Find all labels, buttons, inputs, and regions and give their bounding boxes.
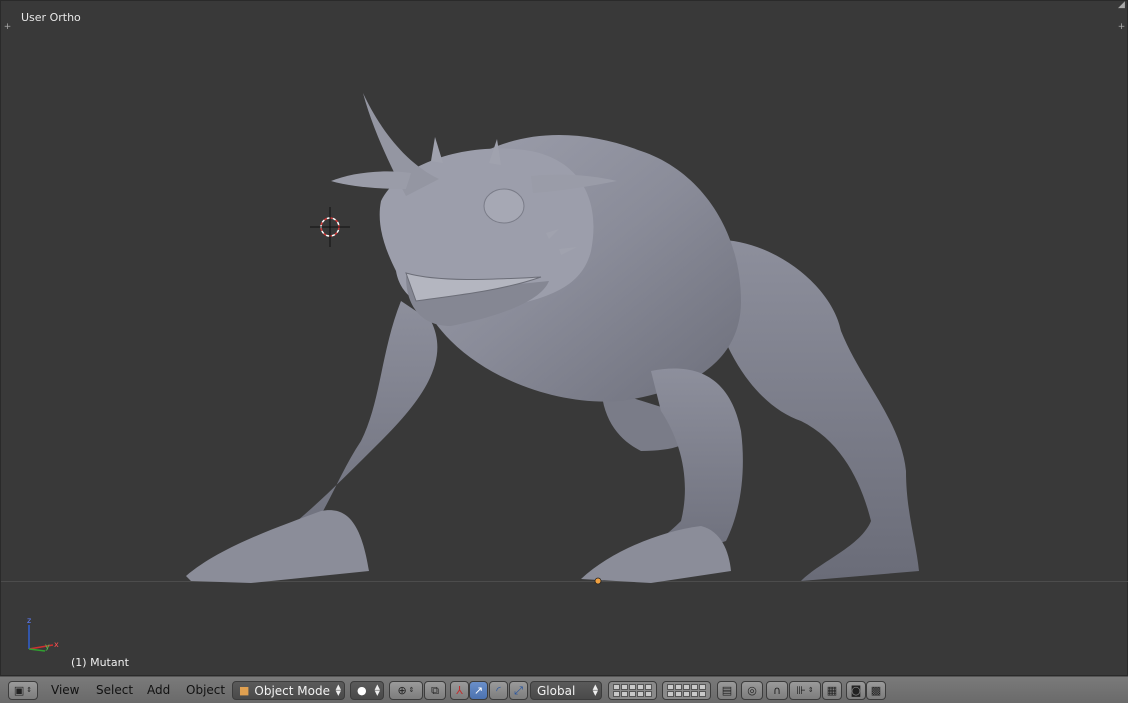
snap-toggle[interactable]: ∩: [766, 681, 788, 700]
render-still-button[interactable]: ◙: [846, 681, 866, 700]
menu-select[interactable]: Select: [96, 683, 133, 697]
axis-x-label: x: [54, 640, 59, 649]
mutant-mesh-render[interactable]: [1, 1, 1128, 677]
3d-viewport[interactable]: User Ortho + + ◢ z x y (1) Mutant: [0, 0, 1128, 676]
render-preview-button[interactable]: ▦: [822, 681, 842, 700]
side-horn: [331, 171, 411, 189]
render-animation-icon: ▩: [870, 684, 882, 697]
render-icon: ◙: [850, 684, 862, 697]
solid-sphere-icon: ●: [357, 684, 367, 697]
axis-gizmo: z x y: [27, 616, 59, 652]
viewport-shading-dropdown[interactable]: ● ▲ ▼: [350, 681, 384, 700]
rotate-manipulator-button[interactable]: ◜: [489, 681, 508, 700]
right-hand: [581, 526, 731, 583]
chevron-updown-icon: ⇕: [408, 686, 415, 694]
pivot-point-icon: ⊕: [397, 684, 407, 697]
layer-group-1[interactable]: [608, 681, 657, 700]
mode-dropdown[interactable]: ■ Object Mode ▲ ▼: [232, 681, 345, 700]
transform-origins-icon: ⧉: [431, 684, 439, 697]
3d-view-icon: ▣: [13, 684, 25, 697]
snap-element-icon: ⊪: [796, 684, 806, 697]
chevron-updown-icon: ⇕: [807, 686, 814, 694]
object-origin-icon: [594, 577, 602, 585]
snap-icon: ∩: [772, 684, 782, 697]
rotate-icon: ◜: [496, 684, 501, 697]
scale-icon: ⤢: [514, 684, 523, 697]
transform-toggle-icon: ⅄: [456, 684, 463, 697]
left-hand: [186, 510, 369, 583]
manipulator-toggle[interactable]: ⅄: [450, 681, 469, 700]
axis-y-label: y: [45, 642, 50, 651]
orientation-label: Global: [537, 683, 576, 698]
chevron-updown-icon: ▲ ▼: [335, 683, 341, 697]
chevron-updown-icon: ⇕: [26, 686, 33, 694]
layer-lock-button[interactable]: ▤: [717, 681, 737, 700]
layers-grid-icon: [667, 684, 706, 697]
layers-grid-icon: [613, 684, 652, 697]
axis-z-label: z: [27, 616, 31, 625]
eye: [483, 188, 525, 224]
3d-view-header: ▣ ⇕ View Select Add Object ■ Object Mode…: [0, 676, 1128, 703]
render-preview-icon: ▦: [826, 684, 838, 697]
translate-manipulator-button[interactable]: ↗: [469, 681, 488, 700]
layer-group-2[interactable]: [662, 681, 711, 700]
render-animation-button[interactable]: ▩: [866, 681, 886, 700]
3d-cursor-icon: [310, 207, 350, 247]
menu-add[interactable]: Add: [147, 683, 170, 697]
chevron-updown-icon: ▲ ▼: [592, 683, 598, 697]
layer-lock-icon: ▤: [721, 684, 733, 697]
proportional-edit-icon: ◎: [747, 684, 757, 697]
cube-icon: ■: [239, 684, 250, 697]
active-object-label: (1) Mutant: [71, 656, 129, 669]
pivot-point-dropdown[interactable]: ⊕ ⇕: [389, 681, 423, 700]
spike-top-1: [431, 137, 443, 163]
chevron-updown-icon: ▲ ▼: [374, 683, 380, 697]
snap-element-dropdown[interactable]: ⊪ ⇕: [789, 681, 821, 700]
only-origins-toggle[interactable]: ⧉: [424, 681, 446, 700]
scale-manipulator-button[interactable]: ⤢: [509, 681, 528, 700]
editor-type-button[interactable]: ▣ ⇕: [8, 681, 38, 700]
mode-label: Object Mode: [254, 683, 330, 698]
transform-orientation-dropdown[interactable]: Global ▲ ▼: [530, 681, 602, 700]
menu-object[interactable]: Object: [186, 683, 225, 697]
proportional-edit-button[interactable]: ◎: [741, 681, 763, 700]
translate-icon: ↗: [473, 684, 484, 697]
menu-view[interactable]: View: [51, 683, 79, 697]
